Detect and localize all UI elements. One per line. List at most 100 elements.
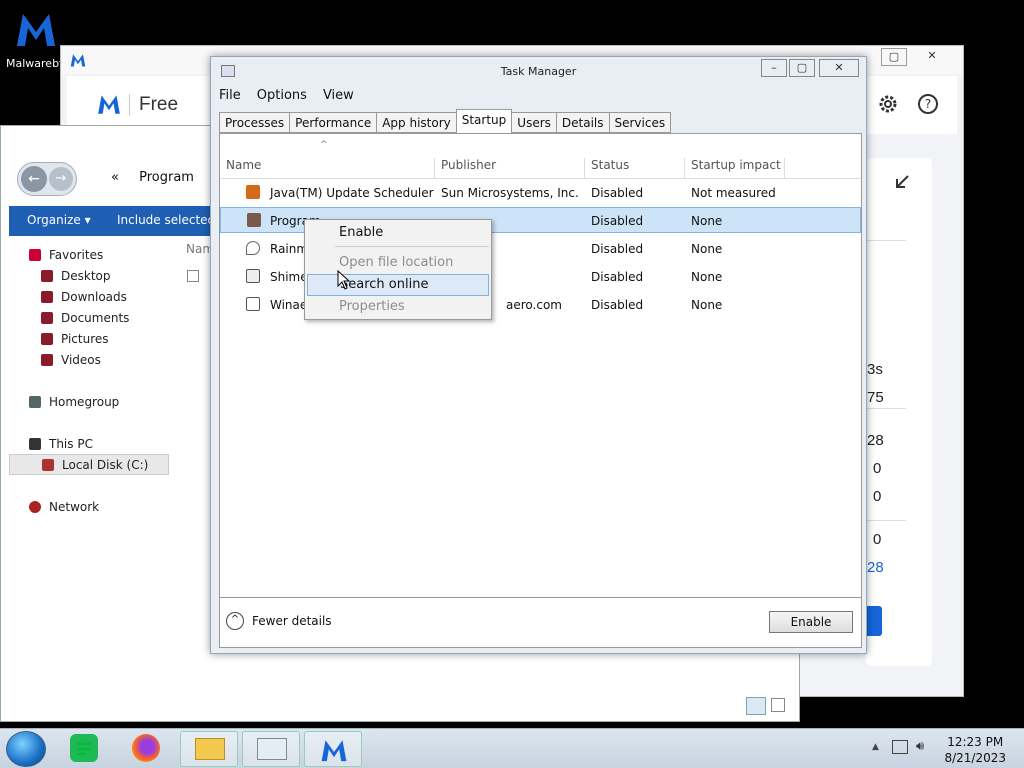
row-impact: None xyxy=(691,242,723,256)
tab-processes[interactable]: Processes xyxy=(219,112,291,133)
maximize-button[interactable]: ▢ xyxy=(789,59,815,77)
taskbar-malwarebytes-button[interactable] xyxy=(304,731,362,767)
row-name: Java(TM) Update Scheduler xyxy=(270,186,434,200)
desktop-icon-label: Malwarebyt xyxy=(6,57,70,70)
tree-desktop[interactable]: Desktop xyxy=(9,265,169,286)
help-icon[interactable]: ? xyxy=(917,93,939,115)
tab-app-history[interactable]: App history xyxy=(376,112,457,133)
task-manager-window: Task Manager – ▢ ✕ File Options View Pro… xyxy=(210,56,867,654)
col-startup-impact[interactable]: Startup impact xyxy=(685,158,785,178)
menu-item-properties[interactable]: Properties xyxy=(307,296,489,318)
breadcrumb[interactable]: « Program xyxy=(111,170,194,185)
tab-startup[interactable]: Startup xyxy=(455,109,513,133)
details-view-button[interactable] xyxy=(746,697,766,715)
menu-options[interactable]: Options xyxy=(257,88,307,103)
tree-pictures[interactable]: Pictures xyxy=(9,328,169,349)
task-manager-taskbar-icon xyxy=(257,738,287,760)
menu-item-open-file-location[interactable]: Open file location xyxy=(307,252,489,274)
malwarebytes-small-icon xyxy=(70,54,86,67)
collapse-arrow-icon[interactable] xyxy=(894,174,910,190)
taskbar-explorer-button[interactable] xyxy=(180,731,238,767)
shimeji-icon xyxy=(246,269,260,283)
drive-icon xyxy=(42,458,54,471)
back-button[interactable]: ← xyxy=(21,166,47,192)
context-menu: Enable Open file location Search online … xyxy=(304,219,492,320)
tab-services[interactable]: Services xyxy=(608,112,672,133)
organize-button[interactable]: Organize ▾ xyxy=(27,213,91,227)
row-impact: Not measured xyxy=(691,186,776,200)
row-status: Disabled xyxy=(591,242,644,256)
malwarebytes-logo-icon xyxy=(17,14,55,46)
tree-videos[interactable]: Videos xyxy=(9,349,169,370)
tm-tabs: Processes Performance App history Startu… xyxy=(219,109,672,133)
volume-icon[interactable]: 🔊︎ xyxy=(916,739,924,754)
startup-list: ^ Name Publisher Status Startup impact J… xyxy=(219,133,862,598)
homegroup-icon xyxy=(29,395,41,408)
mb-stat-value: 28 xyxy=(867,559,884,576)
notes-app-icon[interactable] xyxy=(70,734,98,762)
computer-icon xyxy=(29,437,41,450)
start-button[interactable] xyxy=(6,731,46,767)
menu-view[interactable]: View xyxy=(323,88,354,103)
network-tray-icon[interactable] xyxy=(892,740,908,754)
tree-local-disk[interactable]: Local Disk (C:) xyxy=(9,454,169,475)
clock-time: 12:23 PM xyxy=(947,735,1004,749)
tm-footer: ^ Fewer details Enable xyxy=(219,598,862,648)
winaero-icon xyxy=(246,297,260,311)
tree-this-pc[interactable]: This PC xyxy=(9,433,169,454)
mb-edition-label: Free xyxy=(139,94,179,115)
chevron-left-icon: « xyxy=(111,170,119,185)
tree-homegroup[interactable]: Homegroup xyxy=(9,391,169,412)
downloads-folder-icon xyxy=(41,290,53,303)
tree-downloads[interactable]: Downloads xyxy=(9,286,169,307)
row-impact: None xyxy=(691,298,723,312)
tm-titlebar: Task Manager – ▢ ✕ xyxy=(211,57,866,85)
tree-documents[interactable]: Documents xyxy=(9,307,169,328)
desktop-icon-malwarebytes[interactable]: Malwarebyt xyxy=(6,8,70,70)
menu-file[interactable]: File xyxy=(219,88,241,103)
rainmeter-drop-icon xyxy=(246,241,260,255)
taskbar-taskmanager-button[interactable] xyxy=(242,731,300,767)
navigation-pane: Favorites Desktop Downloads Documents Pi… xyxy=(9,244,169,517)
tree-network[interactable]: Network xyxy=(9,496,169,517)
pictures-folder-icon xyxy=(41,332,53,345)
tab-performance[interactable]: Performance xyxy=(289,112,378,133)
minimize-button[interactable]: – xyxy=(761,59,787,77)
mb-close-button[interactable]: ✕ xyxy=(919,48,945,66)
enable-button[interactable]: Enable xyxy=(769,611,853,633)
row-status: Disabled xyxy=(591,270,644,284)
menu-separator xyxy=(335,246,489,247)
row-name: Rainm xyxy=(270,242,309,256)
tree-favorites[interactable]: Favorites xyxy=(9,244,169,265)
large-icons-view-button[interactable] xyxy=(771,698,785,712)
clock[interactable]: 12:23 PM 8/21/2023 xyxy=(944,734,1006,766)
firefox-icon[interactable] xyxy=(132,734,160,762)
col-name[interactable]: Name xyxy=(220,158,435,178)
forward-button[interactable]: → xyxy=(49,167,73,191)
fewer-details-chevron-icon[interactable]: ^ xyxy=(226,612,244,630)
gear-icon[interactable] xyxy=(877,93,899,115)
folder-icon xyxy=(195,738,225,760)
java-icon xyxy=(246,185,260,199)
mouse-cursor-icon xyxy=(337,270,351,290)
show-hidden-icons-button[interactable]: ▲ xyxy=(872,742,879,752)
videos-folder-icon xyxy=(41,353,53,366)
startup-row[interactable]: Java(TM) Update Scheduler Sun Microsyste… xyxy=(220,180,861,206)
mb-stat-value: 75 xyxy=(867,389,884,406)
menu-item-enable[interactable]: Enable xyxy=(307,222,489,244)
mb-stat-value: 3s xyxy=(867,361,883,378)
tab-users[interactable]: Users xyxy=(511,112,557,133)
col-publisher[interactable]: Publisher xyxy=(435,158,585,178)
fewer-details-link[interactable]: Fewer details xyxy=(252,614,332,628)
col-status[interactable]: Status xyxy=(585,158,685,178)
close-button[interactable]: ✕ xyxy=(819,59,859,77)
file-icon xyxy=(187,270,199,282)
mb-restore-button[interactable]: ▢ xyxy=(881,48,907,66)
malwarebytes-taskbar-icon xyxy=(321,740,347,762)
menu-item-search-online[interactable]: Search online xyxy=(307,274,489,296)
sort-arrow-icon: ^ xyxy=(320,140,328,150)
favorites-star-icon xyxy=(29,248,41,261)
tab-details[interactable]: Details xyxy=(555,112,610,133)
include-in-library-button[interactable]: Include selected xyxy=(117,213,215,227)
tm-menubar: File Options View xyxy=(219,88,354,103)
